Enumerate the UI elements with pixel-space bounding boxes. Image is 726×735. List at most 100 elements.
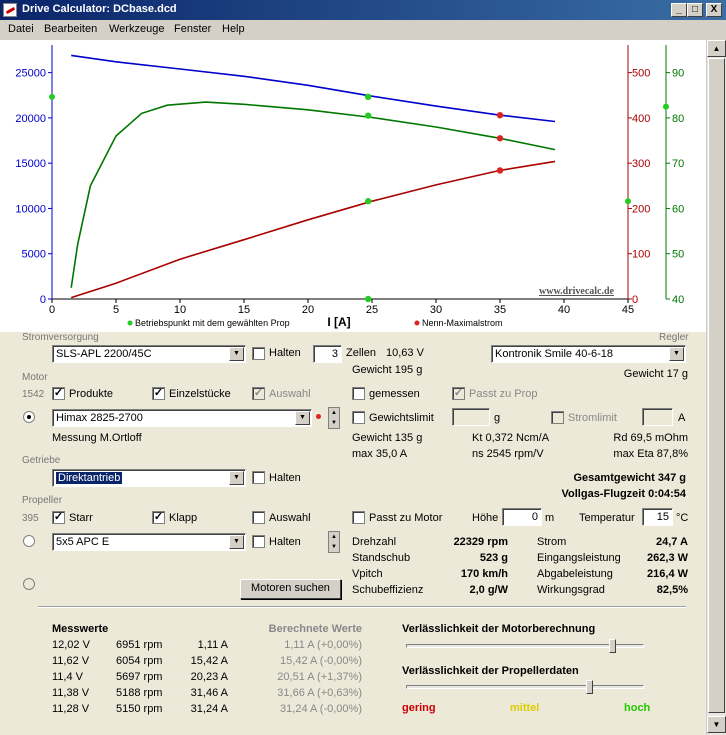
motor-max-indicator — [316, 414, 321, 419]
title-bar: Drive Calculator: DCbase.dcd _ □ X — [0, 0, 726, 20]
scroll-up-button[interactable]: ▲ — [707, 40, 726, 57]
y-right2-tick-label: 60 — [672, 203, 684, 215]
passt-motor-label: Passt zu Motor — [369, 512, 443, 524]
prop-halten-label: Halten — [269, 536, 301, 548]
scroll-down-button[interactable]: ▼ — [707, 716, 726, 733]
eingangsleistung-value: 262,3 W — [647, 552, 688, 564]
produkte-label: Produkte — [69, 388, 114, 400]
battery-voltage: 10,63 V — [386, 347, 424, 359]
hoehe-input[interactable]: 0 — [502, 508, 542, 526]
edge-marker-2 — [663, 103, 669, 110]
propeller-value: 5x5 APC E — [56, 536, 110, 548]
marker-point-2 — [364, 198, 372, 205]
prop-reliability-label: Verlässlichkeit der Propellerdaten — [402, 665, 579, 677]
motor-select[interactable]: Himax 2825-2700 ▼ — [52, 409, 312, 427]
menu-help[interactable]: Help — [222, 23, 245, 35]
menu-bearbeiten[interactable]: Bearbeiten — [44, 23, 97, 35]
getriebe-select[interactable]: Direktantrieb ▼ — [52, 469, 246, 487]
mw-calc: 31,24 A (-0,00%) — [280, 703, 362, 715]
motor-spin[interactable]: ▲ ▼ — [328, 407, 340, 429]
marker-point-5 — [496, 135, 504, 142]
propeller-radio[interactable] — [23, 535, 35, 547]
menu-datei[interactable]: Datei — [8, 23, 34, 35]
x-tick-label: 30 — [430, 304, 442, 316]
y-right2-tick-label: 70 — [672, 158, 684, 170]
propeller-spin[interactable]: ▲ ▼ — [328, 531, 340, 553]
strom-label: Strom — [537, 536, 567, 548]
mw-calc: 20,51 A (+1,37%) — [277, 671, 362, 683]
prop-auswahl-checkbox[interactable] — [252, 511, 265, 524]
gemessen-checkbox[interactable] — [352, 387, 365, 400]
chart-area: 0 5000 10000 15000 20000 25000 0 100 200 300 400 50… — [0, 40, 706, 332]
regler-select[interactable]: Kontronik Smile 40-6-18 ▼ — [491, 345, 686, 363]
series-line-2 — [70, 101, 556, 288]
series-line-0 — [71, 54, 556, 123]
eingangsleistung-label: Eingangsleistung — [537, 552, 621, 564]
drehzahl-label: Drehzahl — [352, 536, 397, 548]
chevron-down-icon[interactable]: ▼ — [295, 411, 310, 425]
passt-motor-checkbox[interactable] — [352, 511, 365, 524]
stromlimit-input — [642, 408, 673, 426]
wirkungsgrad-label: Wirkungsgrad — [537, 584, 605, 596]
cells-input[interactable]: 3 — [313, 345, 342, 363]
mw-voltage: 11,38 V — [52, 687, 90, 699]
marker-point-1 — [364, 112, 372, 119]
regler-weight: Gewicht 17 g — [623, 368, 688, 380]
scroll-thumb[interactable] — [708, 58, 725, 713]
minimize-button[interactable]: _ — [671, 3, 687, 17]
hoch-label: hoch — [624, 702, 651, 714]
marker-point-3 — [364, 295, 372, 303]
strom-value: 24,7 A — [655, 536, 688, 548]
chevron-down-icon[interactable]: ▼ — [669, 347, 684, 361]
vertical-scrollbar[interactable]: ▲ ▼ — [706, 40, 726, 735]
y-left-tick-label: 5000 — [22, 249, 46, 261]
propeller-select[interactable]: 5x5 APC E ▼ — [52, 533, 246, 551]
y-left-tick-label: 0 — [40, 294, 46, 306]
gewichtslimit-checkbox[interactable] — [352, 411, 365, 424]
motor-value: Himax 2825-2700 — [56, 412, 143, 424]
battery-select[interactable]: SLS-APL 2200/45C ▼ — [52, 345, 246, 363]
menu-fenster[interactable]: Fenster — [174, 23, 211, 35]
motor-auswahl-label: Auswahl — [269, 388, 311, 400]
mw-rpm: 6054 rpm — [116, 655, 163, 667]
chevron-down-icon[interactable]: ▼ — [229, 471, 244, 485]
temperatur-label: Temperatur — [579, 512, 635, 524]
motor-reliability-thumb — [609, 639, 616, 653]
group-propeller: Propeller — [22, 495, 63, 506]
chevron-down-icon[interactable]: ▼ — [229, 347, 244, 361]
close-button[interactable]: X — [706, 3, 722, 17]
x-tick-label: 0 — [49, 304, 55, 316]
prop-halten-checkbox[interactable] — [252, 535, 265, 548]
klapp-checkbox[interactable]: ✓ — [152, 511, 165, 524]
maximize-button[interactable]: □ — [687, 3, 703, 17]
menu-werkzeuge[interactable]: Werkzeuge — [109, 23, 164, 35]
produkte-checkbox[interactable]: ✓ — [52, 387, 65, 400]
x-tick-label: 35 — [494, 304, 506, 316]
motoren-suchen-button[interactable]: Motoren suchen — [240, 579, 341, 599]
x-tick-label: 5 — [113, 304, 119, 316]
chevron-down-icon[interactable]: ▼ — [229, 535, 244, 549]
cells-label: Zellen — [346, 347, 376, 359]
extra-radio[interactable] — [23, 578, 35, 590]
motor-radio[interactable] — [23, 411, 35, 423]
y-right2-tick-label: 50 — [672, 249, 684, 261]
motor-kt: Kt 0,372 Ncm/A — [472, 432, 550, 444]
gewichtslimit-label: Gewichtslimit — [369, 412, 434, 424]
temperatur-input[interactable]: 15 — [642, 508, 673, 526]
motor-auswahl-checkbox: ✓ — [252, 387, 265, 400]
starr-checkbox[interactable]: ✓ — [52, 511, 65, 524]
einzelstuecke-checkbox[interactable]: ✓ — [152, 387, 165, 400]
getriebe-value: Direktantrieb — [56, 472, 123, 484]
legend-marker-1 — [414, 320, 420, 326]
y-right1-tick-label: 500 — [632, 68, 650, 80]
battery-halten-checkbox[interactable] — [252, 347, 265, 360]
y-left-tick-label: 10000 — [15, 203, 46, 215]
mw-calc: 1,11 A (+0,00%) — [284, 639, 362, 651]
getriebe-halten-checkbox[interactable] — [252, 471, 265, 484]
motor-count: 1542 — [22, 389, 45, 400]
berechnete-werte-header: Berechnete Werte — [268, 623, 362, 635]
prop-reliability-slider — [406, 685, 644, 689]
legend-label-1: Nenn-Maximalstrom — [422, 318, 503, 328]
prop-auswahl-label: Auswahl — [269, 512, 311, 524]
motor-max-a: max 35,0 A — [352, 448, 408, 460]
